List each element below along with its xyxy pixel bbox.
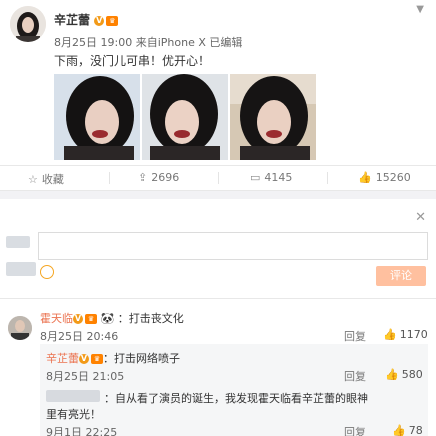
divider bbox=[327, 172, 328, 184]
verified-icon: V bbox=[73, 314, 83, 324]
reply-button[interactable]: 回复 bbox=[344, 424, 366, 436]
author-avatar[interactable] bbox=[10, 6, 46, 42]
comment-like-count: 1170 bbox=[399, 328, 428, 341]
post-actions: ☆ 收藏 ⇪ 2696 ▭ 4145 👍 15260 bbox=[0, 166, 436, 188]
share-button[interactable]: ⇪ 2696 bbox=[138, 171, 179, 184]
reply-time: 9月1日 22:25 bbox=[46, 426, 118, 436]
verified-icon: V bbox=[79, 354, 89, 364]
blurred-region bbox=[46, 390, 100, 402]
favorite-label: 收藏 bbox=[41, 173, 64, 186]
reply-like-count: 78 bbox=[408, 424, 423, 436]
reply-body: 辛芷蕾 V ♛ ：打击网络喷子 bbox=[46, 350, 180, 366]
like-count: 15260 bbox=[375, 171, 411, 184]
replier-name[interactable]: 辛芷蕾 bbox=[46, 352, 79, 365]
post-photo[interactable] bbox=[230, 74, 316, 160]
share-count: 2696 bbox=[151, 171, 180, 184]
like-button[interactable]: 👍 15260 bbox=[358, 171, 411, 184]
emoji-icon[interactable] bbox=[40, 265, 54, 279]
reply-like-button[interactable]: 👍 580 bbox=[385, 368, 423, 381]
blurred-region bbox=[6, 262, 36, 276]
vip-crown-icon: ♛ bbox=[106, 15, 119, 26]
section-gap bbox=[0, 191, 436, 199]
reply-like-button[interactable]: 👍 78 bbox=[392, 424, 423, 436]
submit-comment-button[interactable]: 评论 bbox=[376, 266, 426, 286]
reply-like-count: 580 bbox=[401, 368, 423, 381]
source-prefix: 来自 bbox=[135, 36, 158, 49]
commenter-avatar[interactable] bbox=[8, 316, 32, 340]
reply-body-continued: 里有亮光！ bbox=[46, 408, 101, 421]
comment-body: 霍天临 V ♛ 🐼 ：打击丧文化 bbox=[40, 310, 184, 326]
author-name-row: 辛芷蕾 V ♛ bbox=[54, 11, 119, 28]
comment-button[interactable]: ▭ 4145 bbox=[250, 171, 292, 184]
star-icon: ☆ bbox=[28, 173, 38, 186]
divider bbox=[109, 172, 110, 184]
thumbs-up-icon: 👍 bbox=[392, 424, 406, 436]
reply-body: ：自从看了演员的诞生，我发现霍天临看辛芷蕾的眼神 bbox=[104, 392, 368, 405]
close-icon[interactable]: ✕ bbox=[415, 210, 426, 225]
reply-button[interactable]: 回复 bbox=[344, 328, 366, 344]
commenter-name[interactable]: 霍天临 bbox=[40, 312, 73, 325]
comment-text: ：打击丧文化 bbox=[117, 312, 184, 325]
reply-time: 8月25日 21:05 bbox=[46, 370, 125, 383]
thumbs-up-icon: 👍 bbox=[358, 171, 372, 184]
thumbs-up-icon: 👍 bbox=[383, 328, 397, 341]
chevron-down-icon[interactable]: ▼ bbox=[416, 4, 424, 15]
comment-icon: ▭ bbox=[250, 171, 261, 184]
reply-button[interactable]: 回复 bbox=[344, 368, 366, 384]
verified-icon: V bbox=[94, 15, 105, 26]
author-name[interactable]: 辛芷蕾 bbox=[54, 13, 90, 27]
blurred-region bbox=[6, 236, 30, 248]
comment-like-button[interactable]: 👍 1170 bbox=[383, 328, 428, 341]
divider bbox=[218, 172, 219, 184]
reply-text: ：打击网络喷子 bbox=[103, 352, 180, 365]
share-icon: ⇪ bbox=[138, 171, 148, 184]
favorite-button[interactable]: ☆ 收藏 bbox=[28, 171, 64, 187]
post-photo[interactable] bbox=[142, 74, 228, 160]
post-photo[interactable] bbox=[54, 74, 140, 160]
comment-input[interactable] bbox=[38, 232, 428, 260]
post-source: iPhone X bbox=[157, 36, 206, 49]
divider bbox=[0, 298, 436, 299]
post-content: 下雨，没门儿可串！优开心！ bbox=[54, 54, 211, 68]
vip-crown-icon: ♛ bbox=[91, 354, 103, 364]
post-date[interactable]: 8月25日 19:00 bbox=[54, 36, 132, 49]
comment-time: 8月25日 20:46 bbox=[40, 330, 119, 343]
vip-crown-icon: ♛ bbox=[85, 314, 97, 324]
post-meta: 8月25日 19:00 来自iPhone X 已编辑 bbox=[54, 34, 242, 50]
comment-count: 4145 bbox=[264, 171, 293, 184]
edited-label[interactable]: 已编辑 bbox=[209, 36, 242, 49]
thumbs-up-icon: 👍 bbox=[385, 368, 399, 381]
panda-emoji-icon: 🐼 bbox=[97, 312, 118, 325]
